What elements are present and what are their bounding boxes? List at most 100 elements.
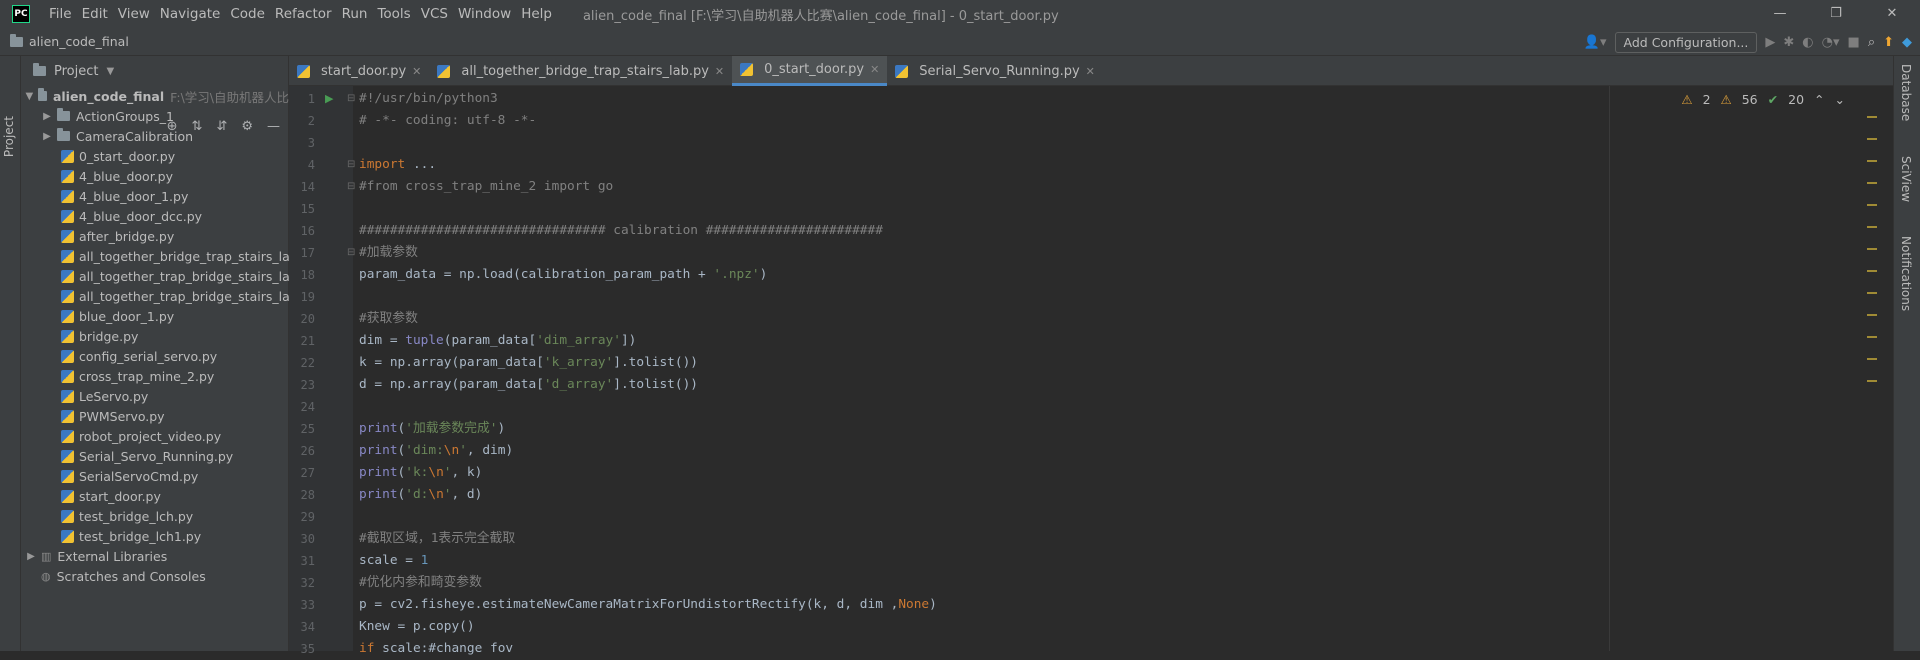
tree-file[interactable]: SerialServoCmd.py [21,466,289,486]
close-icon[interactable]: ✕ [870,63,879,76]
coverage-icon[interactable]: ◐ [1802,35,1813,50]
user-icon[interactable]: 👤▾ [1584,35,1607,50]
tree-file[interactable]: after_bridge.py [21,226,289,246]
code-line[interactable]: 18 param_data = np.load(calibration_param… [289,264,1893,286]
menu-code[interactable]: Code [225,6,270,22]
close-icon[interactable]: ✕ [1086,65,1095,78]
fold-icon[interactable]: ⊟ [347,242,355,264]
tree-root[interactable]: ▼ alien_code_final F:\学习\自助机器人比 [21,86,289,106]
breadcrumb-project[interactable]: alien_code_final [10,33,129,49]
tree-file[interactable]: all_together_bridge_trap_stairs_lab. [21,246,289,266]
menu-vcs[interactable]: VCS [416,6,453,22]
add-configuration-button[interactable]: Add Configuration... [1614,31,1758,53]
tree-file[interactable]: 4_blue_door_1.py [21,186,289,206]
code-line[interactable]: 34 Knew = p.copy() [289,616,1893,638]
code-line[interactable]: 35 if scale:#change fov [289,638,1893,660]
run-gutter-icon[interactable]: ▶ [325,88,333,110]
menu-help[interactable]: Help [516,6,557,22]
fold-icon[interactable]: ⊟ [347,154,355,176]
code-line[interactable]: 14 ⊟ #from cross_trap_mine_2 import go [289,176,1893,198]
menu-tools[interactable]: Tools [372,6,415,22]
menu-window[interactable]: Window [453,6,516,22]
tree-file[interactable]: cross_trap_mine_2.py [21,366,289,386]
chevron-down-icon[interactable]: ▼ [106,66,114,77]
database-tool-tab[interactable]: Database [1899,64,1913,121]
tree-external-libraries[interactable]: ▶ ▥ External Libraries [21,546,289,566]
tab-0-start-door[interactable]: 0_start_door.py ✕ [732,56,888,86]
tree-file[interactable]: test_bridge_lch.py [21,506,289,526]
tab-serial-servo-running[interactable]: Serial_Servo_Running.py ✕ [887,56,1103,86]
chevron-right-icon[interactable]: ▶ [25,551,37,562]
tree-folder[interactable]: ▶ CameraCalibration [21,126,289,146]
code-line[interactable]: 27 print('k:\n', k) [289,462,1893,484]
sciview-tool-tab[interactable]: SciView [1899,156,1913,202]
code-line[interactable]: 16 ################################ calib… [289,220,1893,242]
tree-file[interactable]: config_serial_servo.py [21,346,289,366]
code-line[interactable]: 1 ▶ ⊟ #!/usr/bin/python3 [289,88,1893,110]
code-line[interactable]: 31 scale = 1 [289,550,1893,572]
menu-navigate[interactable]: Navigate [155,6,226,22]
code-view[interactable]: 1 ▶ ⊟ #!/usr/bin/python3 2 # -*- coding: utf-… [289,86,1893,656]
code-line[interactable]: 3 [289,132,1893,154]
code-line[interactable]: 32 #优化内参和畸变参数 [289,572,1893,594]
tree-file[interactable]: all_together_trap_bridge_stairs_lab_ [21,286,289,306]
tree-file[interactable]: robot_project_video.py [21,426,289,446]
tab-all-together[interactable]: all_together_bridge_trap_stairs_lab.py ✕ [429,56,732,86]
tree-file[interactable]: 4_blue_door_dcc.py [21,206,289,226]
code-line[interactable]: 33 p = cv2.fisheye.estimateNewCameraMatri… [289,594,1893,616]
jetbrains-icon[interactable]: ◆ [1902,35,1912,50]
close-icon[interactable]: ✕ [715,65,724,78]
chevron-right-icon[interactable]: ▶ [41,131,53,142]
code-line[interactable]: 28 print('d:\n', d) [289,484,1893,506]
close-button[interactable]: ✕ [1864,0,1920,28]
code-line[interactable]: 24 [289,396,1893,418]
tree-file[interactable]: all_together_trap_bridge_stairs_lab. [21,266,289,286]
notifications-tool-tab[interactable]: Notifications [1899,236,1913,311]
code-line[interactable]: 17 ⊟ #加载参数 [289,242,1893,264]
fold-icon[interactable]: ⊟ [347,176,355,198]
code-line[interactable]: 15 [289,198,1893,220]
fold-icon[interactable]: ⊟ [347,88,355,110]
run-icon[interactable]: ▶ [1765,35,1775,50]
tree-file[interactable]: bridge.py [21,326,289,346]
code-line[interactable]: 26 print('dim:\n', dim) [289,440,1893,462]
tab-start-door[interactable]: start_door.py ✕ [289,56,429,86]
tree-file[interactable]: Serial_Servo_Running.py [21,446,289,466]
menu-file[interactable]: File [44,6,77,22]
code-line[interactable]: 30 #截取区域，1表示完全截取 [289,528,1893,550]
menu-run[interactable]: Run [337,6,373,22]
code-line[interactable]: 21 dim = tuple(param_data['dim_array']) [289,330,1893,352]
project-panel-title[interactable]: Project [54,64,98,79]
debug-icon[interactable]: ✱ [1783,35,1794,50]
minimize-button[interactable]: — [1752,0,1808,28]
close-icon[interactable]: ✕ [412,65,421,78]
tree-scratches[interactable]: ◍ Scratches and Consoles [21,566,289,586]
code-line[interactable]: 23 d = np.array(param_data['d_array'].tol… [289,374,1893,396]
code-line[interactable]: 29 [289,506,1893,528]
tree-file[interactable]: PWMServo.py [21,406,289,426]
search-icon[interactable]: ⌕ [1868,35,1875,50]
tree-file[interactable]: start_door.py [21,486,289,506]
chevron-right-icon[interactable]: ▶ [41,111,53,122]
tree-file[interactable]: blue_door_1.py [21,306,289,326]
maximize-button[interactable]: ❐ [1808,0,1864,28]
code-line[interactable]: 25 print('加载参数完成') [289,418,1893,440]
code-line[interactable]: 4 ⊟ import ... [289,154,1893,176]
tree-file[interactable]: 0_start_door.py [21,146,289,166]
profile-icon[interactable]: ◔▾ [1822,35,1840,50]
tree-file[interactable]: 4_blue_door.py [21,166,289,186]
menu-refactor[interactable]: Refactor [270,6,337,22]
stop-icon[interactable]: ■ [1848,35,1860,50]
project-tool-tab[interactable]: Project [2,116,16,157]
menu-view[interactable]: View [113,6,155,22]
chevron-down-icon[interactable]: ▼ [25,91,34,102]
code-line[interactable]: 20 #获取参数 [289,308,1893,330]
code-line[interactable]: 22 k = np.array(param_data['k_array'].tol… [289,352,1893,374]
menu-edit[interactable]: Edit [77,6,113,22]
tree-file[interactable]: LeServo.py [21,386,289,406]
tree-file[interactable]: test_bridge_lch1.py [21,526,289,546]
code-line[interactable]: 2 # -*- coding: utf-8 -*- [289,110,1893,132]
code-line[interactable]: 19 [289,286,1893,308]
tree-folder[interactable]: ▶ ActionGroups_1 [21,106,289,126]
update-icon[interactable]: ⬆ [1883,35,1894,50]
